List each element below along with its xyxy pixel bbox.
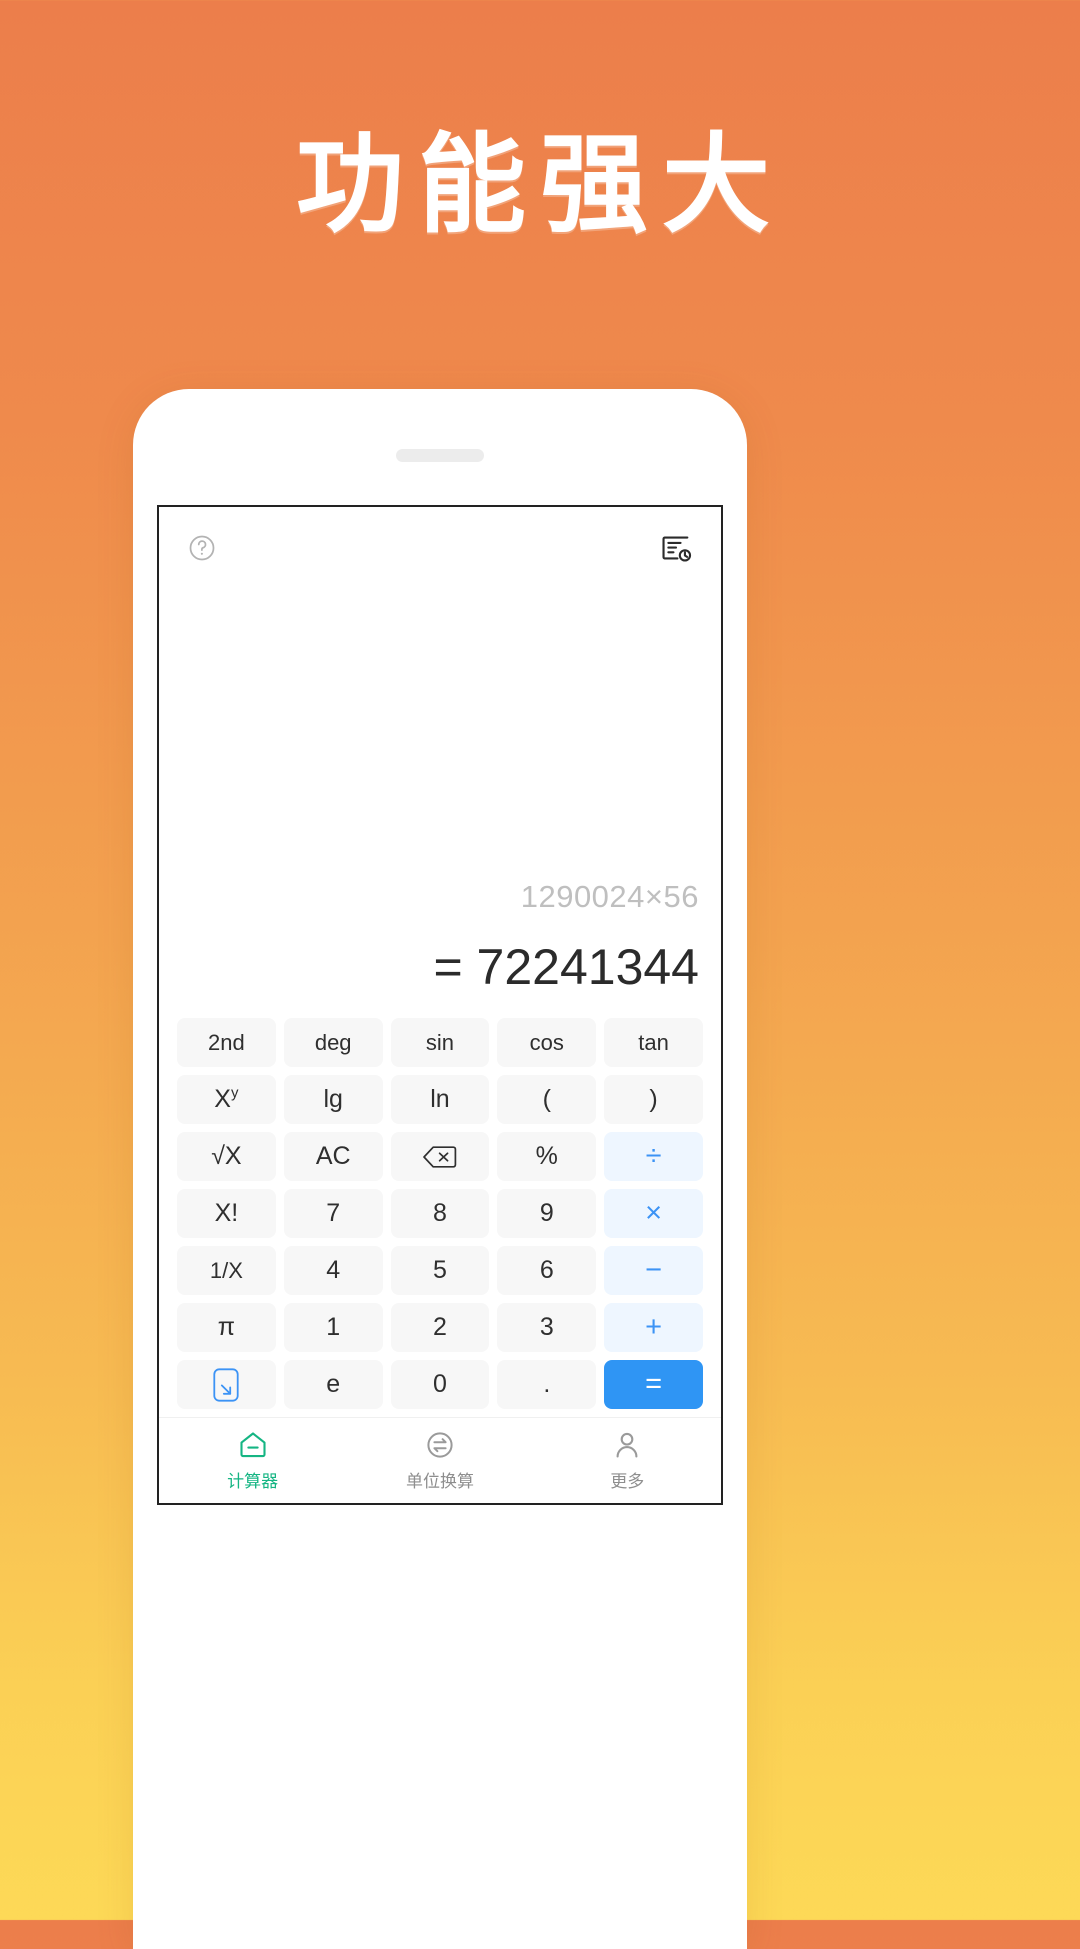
key-label: e <box>326 1370 341 1398</box>
key-label: 6 <box>539 1256 554 1284</box>
tab-item-2[interactable]: 单位换算 <box>346 1429 533 1492</box>
key-0[interactable]: 0 <box>390 1360 490 1409</box>
key-ac[interactable]: AC <box>283 1132 383 1181</box>
key-label: 8 <box>433 1199 447 1227</box>
key-label: ln <box>430 1085 450 1113</box>
key-4[interactable]: 4 <box>283 1246 383 1295</box>
app-topbar <box>159 507 721 589</box>
page-title: 功能强大 <box>295 123 784 248</box>
key-label: 9 <box>539 1199 554 1227</box>
unit-convert-icon <box>424 1429 456 1461</box>
key-label: 5 <box>433 1256 447 1284</box>
calculator-keypad: 2nd deg sin cos tan Xy lg ln () √X AC% ÷ X! 7 8 9 × 1/X 4 5… <box>159 1018 721 1417</box>
key-cos[interactable]: cos <box>497 1018 597 1067</box>
key-3[interactable]: 3 <box>497 1303 597 1352</box>
key-divide[interactable]: ÷ <box>604 1132 703 1181</box>
key-collapse-keypad[interactable] <box>177 1360 276 1409</box>
calculator-display: 1290024×56 = 72241344 <box>159 589 721 1018</box>
key-label: − <box>645 1254 663 1286</box>
bottom-tab-bar: 计算器 单位换算 更多 <box>159 1417 721 1503</box>
key-label: Xy <box>214 1084 239 1113</box>
key-label: ÷ <box>645 1140 662 1172</box>
key-2nd[interactable]: 2nd <box>177 1018 276 1067</box>
key-sin[interactable]: sin <box>390 1018 490 1067</box>
backspace-icon <box>421 1143 459 1171</box>
key-minus[interactable]: − <box>604 1246 703 1295</box>
key-label: ) <box>649 1085 658 1113</box>
key-label: 0 <box>433 1370 447 1398</box>
key-7[interactable]: 7 <box>283 1189 383 1238</box>
key-label: 1/X <box>209 1257 243 1283</box>
key-label: lg <box>323 1085 343 1113</box>
key-9[interactable]: 9 <box>497 1189 597 1238</box>
key-multiply[interactable]: × <box>604 1189 703 1238</box>
key-tan[interactable]: tan <box>604 1018 703 1067</box>
key-label: 2nd <box>208 1029 245 1055</box>
tab-label: 单位换算 <box>405 1472 474 1492</box>
history-record-icon[interactable] <box>659 531 693 565</box>
key-equals[interactable]: = <box>604 1360 703 1409</box>
key-label: X! <box>214 1199 239 1227</box>
key-decimal-point[interactable]: . <box>497 1360 597 1409</box>
key-label: × <box>645 1197 663 1229</box>
key-deg[interactable]: deg <box>283 1018 383 1067</box>
key-sqrt-x[interactable]: √X <box>177 1132 276 1181</box>
key-1-over-x[interactable]: 1/X <box>177 1246 276 1295</box>
result-text: = 72241344 <box>433 939 699 995</box>
key-1[interactable]: 1 <box>283 1303 383 1352</box>
key-open-paren[interactable]: ( <box>497 1075 597 1124</box>
collapse-keypad-icon <box>213 1367 239 1402</box>
key-label: π <box>217 1313 236 1341</box>
key-lg[interactable]: lg <box>283 1075 383 1124</box>
key-label: 2 <box>433 1313 447 1341</box>
key-label: √X <box>211 1142 242 1170</box>
tab-item-3[interactable]: 更多 <box>534 1429 721 1492</box>
key-x-factorial[interactable]: X! <box>177 1189 276 1238</box>
expression-text: 1290024×56 <box>520 879 699 914</box>
key-label: 4 <box>326 1256 341 1284</box>
tab-item-1[interactable]: 计算器 <box>159 1429 346 1492</box>
key-pi[interactable]: π <box>177 1303 276 1352</box>
key-ln[interactable]: ln <box>390 1075 490 1124</box>
key-label: . <box>543 1370 551 1398</box>
key-label: 3 <box>539 1313 554 1341</box>
key-6[interactable]: 6 <box>497 1246 597 1295</box>
key-label: + <box>645 1311 663 1343</box>
key-x-power-y[interactable]: Xy <box>177 1075 276 1124</box>
key-label: cos <box>529 1029 564 1055</box>
key-label: = <box>645 1368 663 1400</box>
key-label: sin <box>425 1029 455 1055</box>
tab-label: 更多 <box>610 1472 645 1492</box>
key-label: ( <box>542 1085 551 1113</box>
key-e[interactable]: e <box>283 1360 383 1409</box>
key-8[interactable]: 8 <box>390 1189 490 1238</box>
key-label: 7 <box>326 1199 341 1227</box>
question-circle-icon[interactable] <box>187 533 217 563</box>
key-close-paren[interactable]: ) <box>604 1075 703 1124</box>
phone-mockup: 1290024×56 = 72241344 2nd deg sin cos tan Xy l… <box>133 389 747 1949</box>
key-percent[interactable]: % <box>497 1132 597 1181</box>
house-calculator-icon <box>237 1429 269 1461</box>
key-label: % <box>535 1142 558 1170</box>
tab-label: 计算器 <box>227 1472 279 1492</box>
key-backspace[interactable] <box>390 1132 490 1181</box>
key-2[interactable]: 2 <box>390 1303 490 1352</box>
key-label: 1 <box>326 1313 341 1341</box>
person-more-icon <box>611 1429 643 1461</box>
key-plus[interactable]: + <box>604 1303 703 1352</box>
key-label: tan <box>638 1029 669 1055</box>
key-label: AC <box>315 1142 351 1170</box>
key-label: deg <box>314 1029 352 1055</box>
phone-speaker <box>396 449 484 462</box>
key-5[interactable]: 5 <box>390 1246 490 1295</box>
app-screen: 1290024×56 = 72241344 2nd deg sin cos tan Xy l… <box>157 505 723 1505</box>
